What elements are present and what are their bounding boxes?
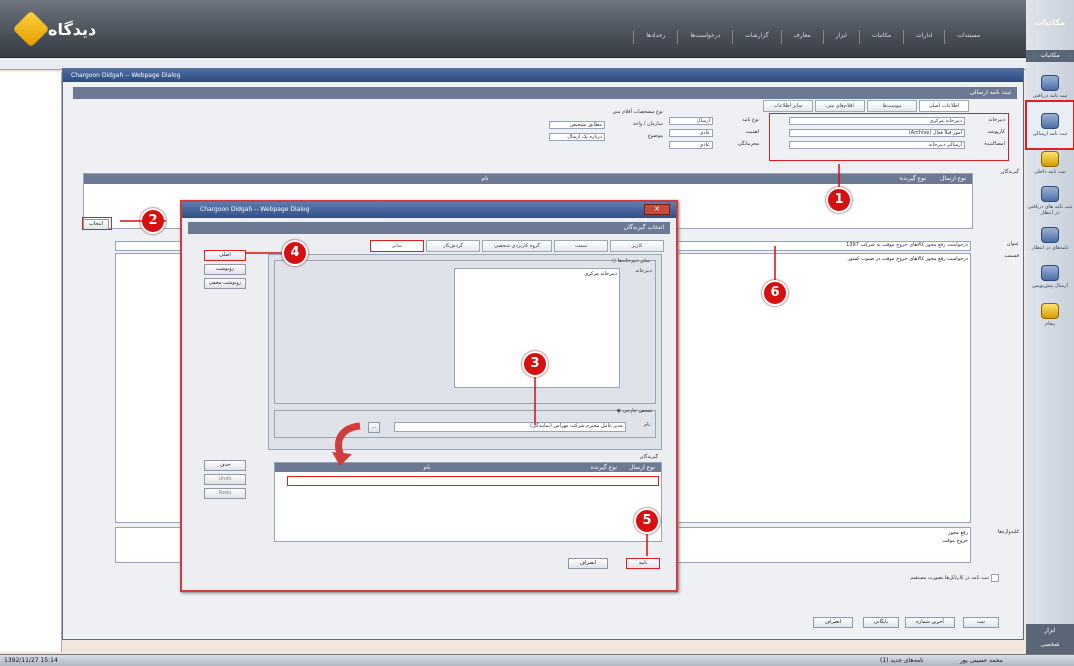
recipients-label: گیرندگان	[639, 454, 658, 460]
tab-position[interactable]: سمت	[554, 240, 608, 252]
tab-user[interactable]: کاربر	[610, 240, 664, 252]
topnav-item[interactable]: مکاتبات	[858, 30, 903, 44]
tab-attachments[interactable]: پیوست‌ها	[867, 100, 917, 112]
tab-workflow[interactable]: گردش‌کار	[426, 240, 480, 252]
letter-icon	[1041, 186, 1059, 202]
envelope-icon	[1041, 265, 1059, 281]
secrecy-select[interactable]: عادی	[669, 141, 713, 149]
letter-icon	[1041, 113, 1059, 129]
archive-checkbox[interactable]	[991, 574, 999, 582]
annotation-2: 2	[140, 208, 166, 234]
sidebar-bottom: ابزار شخصی	[1026, 624, 1074, 654]
close-icon[interactable]: ✕	[644, 204, 670, 215]
left-pane	[0, 72, 62, 652]
ok-button[interactable]: تایید	[626, 558, 660, 569]
dialog-titlebar: Chargoon Didgah -- Webpage Dialog	[182, 202, 676, 218]
tab-items[interactable]: اقلام‌های متن	[815, 100, 865, 112]
org-label: سازمان / واحد	[632, 121, 663, 127]
curved-arrow-icon	[332, 422, 361, 466]
dabirkhaneh-select[interactable]: دبیرخانه مرکزی	[789, 117, 965, 125]
top-nav: رخدادها درخواست‌ها گزارشات معارف ابزار م…	[633, 30, 992, 44]
dialog-header: انتخاب گیرندگان	[188, 222, 670, 234]
external-name-input[interactable]: مدیر عامل محترم شرکت مهرآس (نمایندگی)	[394, 422, 626, 432]
note-type-label: نوع نامه	[742, 117, 759, 123]
internal-label: دبیرخانه	[635, 268, 652, 274]
tab-other[interactable]: سایر اطلاعات	[763, 100, 813, 112]
subject-type-select[interactable]: درباره یک ارسال	[549, 133, 605, 141]
recipients-dialog: Chargoon Didgah -- Webpage Dialog ✕ انتخ…	[180, 200, 678, 592]
inbox-icon	[1041, 227, 1059, 243]
archive-checkbox-label: ثبت نامه در کارتابل‌ها بصورت مستقیم	[910, 575, 989, 581]
highlight-select	[82, 217, 112, 230]
tab-main-info[interactable]: اطلاعات اصلی	[919, 100, 969, 112]
letter-icon	[1041, 75, 1059, 91]
topnav-item[interactable]: معارف	[780, 30, 823, 44]
top-bar	[0, 0, 1074, 58]
annotation-1: 1	[826, 187, 852, 213]
body-label: قسمت	[1004, 253, 1019, 259]
topnav-item[interactable]: رخدادها	[633, 30, 677, 44]
annotation-3: 3	[522, 351, 548, 377]
priority-label: اهمیت	[745, 129, 759, 135]
cc-button[interactable]: رونوشت	[204, 264, 246, 275]
recipients-label: گیرندگان	[1000, 169, 1019, 175]
secrecy-label: محرمانگی	[737, 141, 759, 147]
save-button[interactable]: ثبت	[963, 617, 999, 628]
main-dialog-titlebar: Chargoon Didgah -- Webpage Dialog	[63, 69, 1023, 82]
sidebar-title: مکاتبات	[1035, 18, 1065, 27]
topnav-item[interactable]: گزارشات	[732, 30, 780, 44]
subject-label: عنوان	[1006, 241, 1019, 247]
note-type-select[interactable]: ارسال	[669, 117, 713, 125]
delete-button[interactable]: حذف	[204, 460, 246, 471]
sidebar-item-message[interactable]: پیغام	[1027, 292, 1073, 338]
note-icon	[1041, 303, 1059, 319]
radio-internal[interactable]: ○ سایر دبیرخانه‌ها	[562, 258, 650, 264]
page-title: ثبت نامه ارسالی	[73, 87, 1017, 99]
subject-type-label: موضوع	[647, 133, 663, 139]
last-number-button[interactable]: آخرین شماره	[905, 617, 955, 628]
app-logo: دیدگاه	[12, 10, 108, 48]
main-recipient-button[interactable]: اصلی	[204, 250, 246, 261]
sidebar-section: مکاتبات	[1026, 50, 1074, 62]
dialog-tabs: کاربر سمت گروه کاربردی شخصی گردش‌کار سای…	[370, 240, 664, 252]
dabirkhaneh-label: دبیرخانه	[988, 117, 1005, 123]
annotation-4: 4	[282, 240, 308, 266]
bcc-button[interactable]: رونوشت مخفی	[204, 278, 246, 289]
status-bar: 1392/11/27 15:14 نامه‌های جدید (1) محمد …	[0, 654, 1074, 666]
radio-external[interactable]: ◉ شخص خارجی	[582, 408, 652, 414]
undo-button[interactable]: Undo	[204, 474, 246, 485]
annotation-6: 6	[762, 280, 788, 306]
karpoushe-label: کارپوشه	[987, 129, 1005, 135]
status-time: 1392/11/27 15:14	[4, 657, 58, 664]
dialog-recipients-grid: نوع ارسال نوع گیرنده نام	[274, 462, 662, 542]
signer-label: امضاکننده	[984, 141, 1005, 147]
topnav-item[interactable]: ابزار	[822, 30, 859, 44]
spec-type-label: نوع مشخصات آقلام متن	[612, 109, 663, 115]
list-item[interactable]: دبیرخانه مرکزی	[455, 269, 619, 279]
signer-select[interactable]: ارسالی دبیرخانه	[789, 141, 965, 149]
search-button[interactable]: …	[368, 422, 380, 433]
table-row[interactable]	[287, 476, 659, 486]
dialog-cancel-button[interactable]: انصراف	[568, 558, 608, 569]
redo-button[interactable]: Redo	[204, 488, 246, 499]
topnav-item[interactable]: درخواست‌ها	[677, 30, 732, 44]
status-mail[interactable]: نامه‌های جدید (1)	[880, 655, 924, 666]
status-user: محمد حسینی پور	[960, 657, 1003, 664]
archive-button[interactable]: بایگانی	[863, 617, 899, 628]
org-select[interactable]: مطابق تشخیص	[549, 121, 605, 129]
topnav-item[interactable]: ادارات	[903, 30, 944, 44]
logo-icon	[12, 10, 50, 48]
main-tabs: اطلاعات اصلی پیوست‌ها اقلام‌های متن سایر…	[763, 100, 969, 112]
keywords-label: کلیدواژه‌ها	[997, 529, 1019, 535]
karpoushe-select[interactable]: امور قبلاً فعال (Archive)	[789, 129, 965, 137]
external-label: نام	[643, 422, 650, 428]
cancel-button[interactable]: انصراف	[813, 617, 853, 628]
tab-group[interactable]: گروه کاربردی شخصی	[482, 240, 552, 252]
tab-other[interactable]: سایر	[370, 240, 424, 252]
topnav-item[interactable]: مستندات	[944, 30, 992, 44]
annotation-5: 5	[634, 508, 660, 534]
letter-icon	[1041, 151, 1059, 167]
priority-select[interactable]: عادی	[669, 129, 713, 137]
